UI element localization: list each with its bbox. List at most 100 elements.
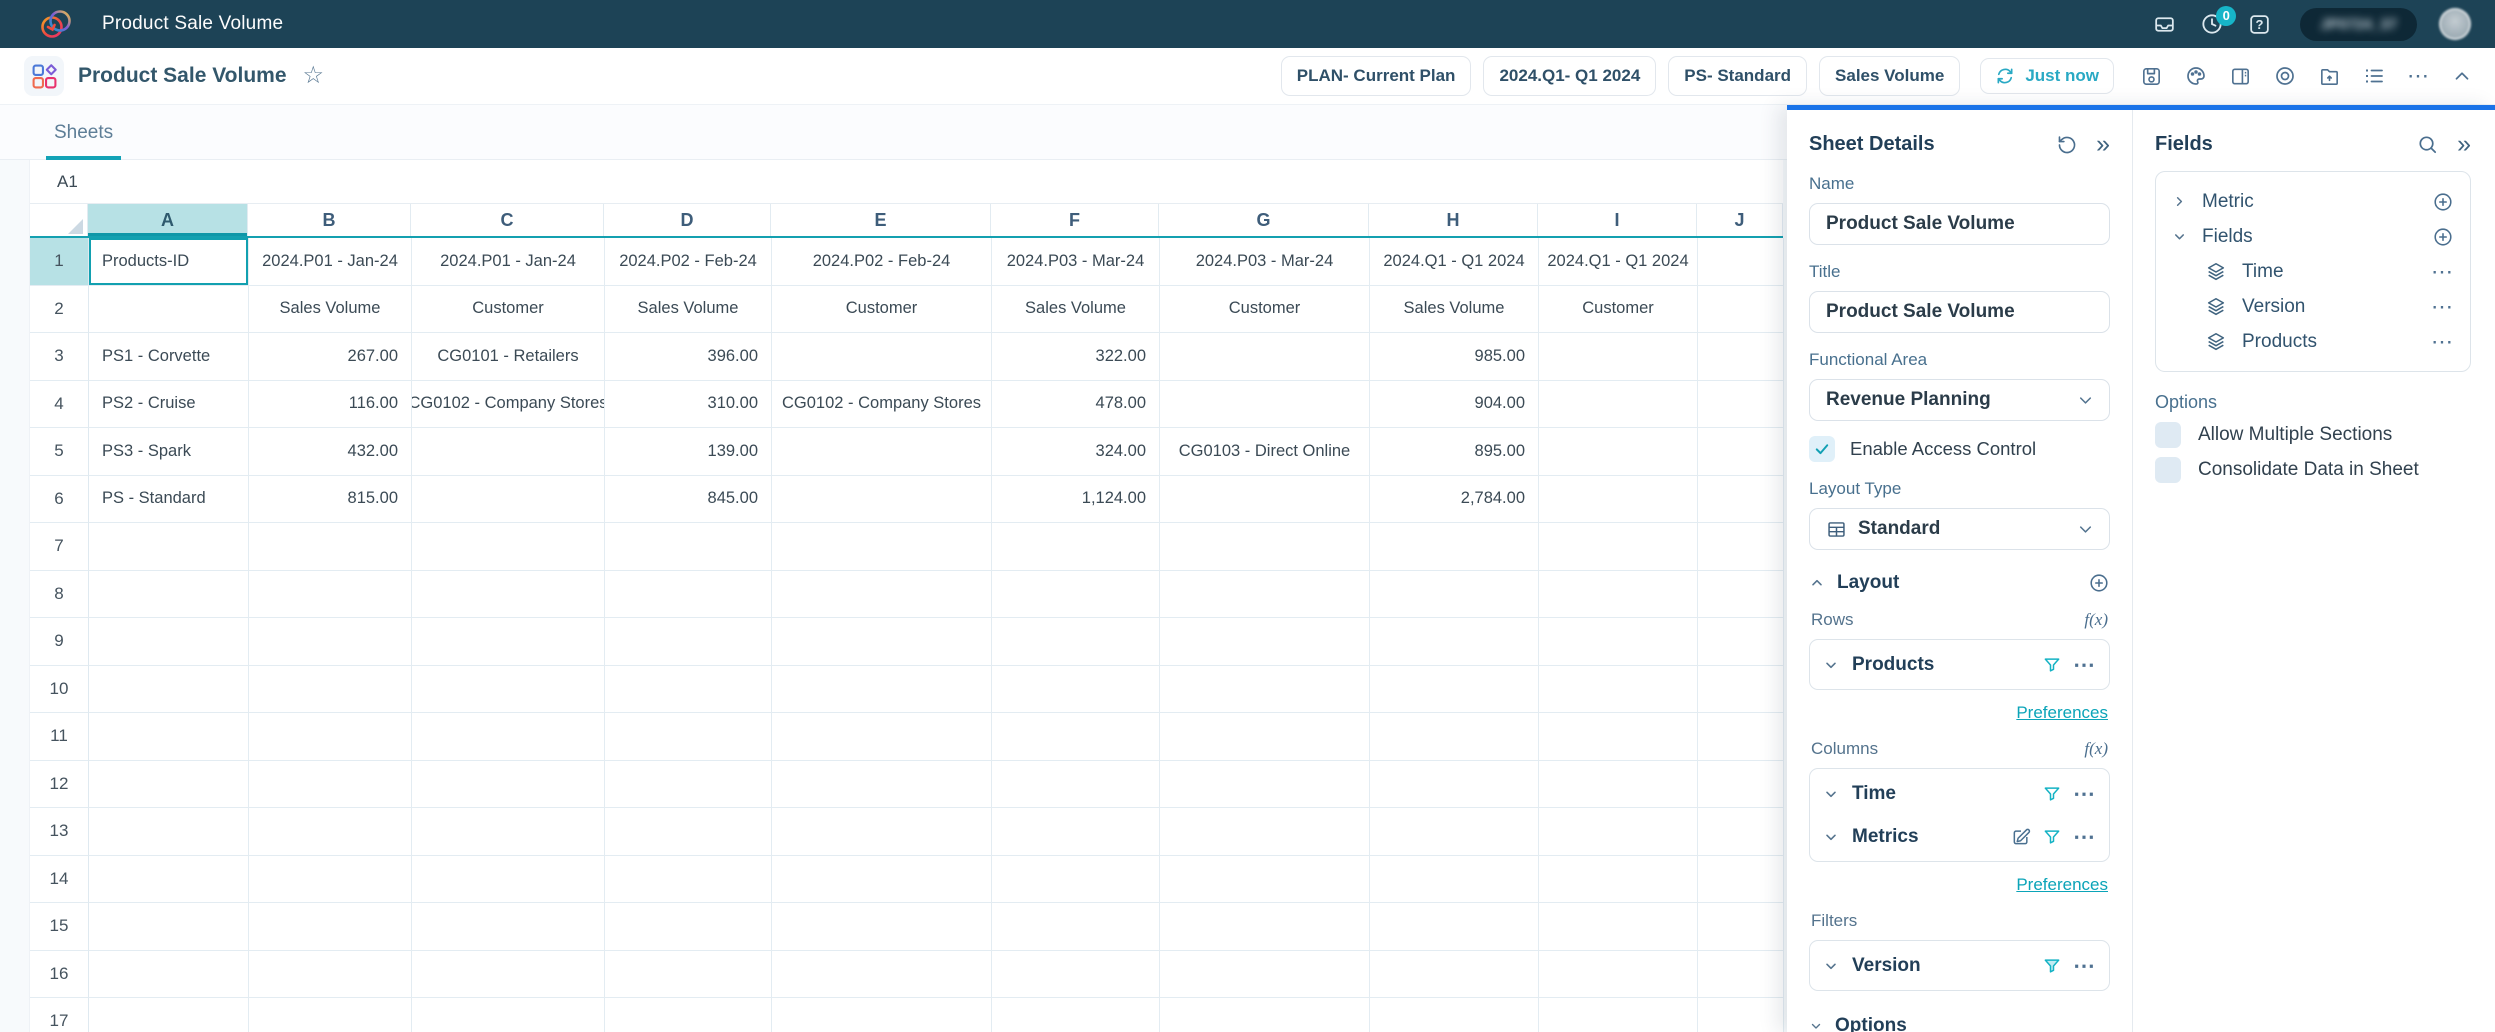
formula-icon[interactable]: f(x): [2084, 739, 2108, 759]
cell-F14[interactable]: [992, 856, 1160, 904]
cell-C12[interactable]: [412, 761, 605, 809]
cell-J9[interactable]: [1698, 618, 1784, 666]
row-more-icon[interactable]: ⋯: [2073, 654, 2096, 676]
cell-D13[interactable]: [605, 808, 772, 856]
side-panel-icon[interactable]: [2229, 65, 2252, 88]
cell-I8[interactable]: [1539, 571, 1698, 619]
list-icon[interactable]: [2362, 64, 2386, 88]
filter-pill-time[interactable]: 2024.Q1- Q1 2024: [1483, 56, 1656, 96]
row-header-7[interactable]: 7: [30, 523, 89, 571]
cell-H5[interactable]: 895.00: [1370, 428, 1539, 476]
cell-J4[interactable]: [1698, 381, 1784, 429]
cell-C16[interactable]: [412, 951, 605, 999]
cell-G12[interactable]: [1160, 761, 1370, 809]
column-header-H[interactable]: H: [1369, 204, 1538, 236]
cell-H12[interactable]: [1370, 761, 1539, 809]
cell-G9[interactable]: [1160, 618, 1370, 666]
cell-A4[interactable]: PS2 - Cruise: [89, 381, 249, 429]
reset-icon[interactable]: [2056, 134, 2078, 156]
row-more-icon[interactable]: ⋯: [2073, 955, 2096, 977]
sync-status[interactable]: Just now: [1980, 58, 2114, 94]
cell-D11[interactable]: [605, 713, 772, 761]
cell-B8[interactable]: [249, 571, 412, 619]
add-icon[interactable]: [2432, 226, 2454, 248]
cell-G16[interactable]: [1160, 951, 1370, 999]
column-header-D[interactable]: D: [604, 204, 771, 236]
column-header-G[interactable]: G: [1159, 204, 1369, 236]
cell-J11[interactable]: [1698, 713, 1784, 761]
cell-I9[interactable]: [1539, 618, 1698, 666]
cell-A6[interactable]: PS - Standard: [89, 476, 249, 524]
cell-D12[interactable]: [605, 761, 772, 809]
cell-E15[interactable]: [772, 903, 992, 951]
cell-B4[interactable]: 116.00: [249, 381, 412, 429]
cell-D15[interactable]: [605, 903, 772, 951]
cell-E1[interactable]: 2024.P02 - Feb-24: [772, 238, 992, 286]
cell-H6[interactable]: 2,784.00: [1370, 476, 1539, 524]
cell-C8[interactable]: [412, 571, 605, 619]
cell-F11[interactable]: [992, 713, 1160, 761]
edit-icon[interactable]: [2011, 827, 2031, 847]
collapse-panel-icon[interactable]: »: [2096, 132, 2110, 157]
row-more-icon[interactable]: ⋯: [2073, 826, 2096, 848]
row-header-9[interactable]: 9: [30, 618, 89, 666]
columns-preferences-link[interactable]: Preferences: [1811, 875, 2108, 895]
row-header-16[interactable]: 16: [30, 951, 89, 999]
tree-item-version[interactable]: Version ⋯: [2172, 289, 2454, 324]
cell-C13[interactable]: [412, 808, 605, 856]
field-more-icon[interactable]: ⋯: [2431, 261, 2454, 283]
row-header-4[interactable]: 4: [30, 381, 89, 429]
cell-F7[interactable]: [992, 523, 1160, 571]
cell-E3[interactable]: [772, 333, 992, 381]
layout-column-metrics[interactable]: Metrics ⋯: [1823, 815, 2096, 858]
cell-F5[interactable]: 324.00: [992, 428, 1160, 476]
filter-funnel-icon[interactable]: [2042, 655, 2062, 675]
filter-funnel-icon[interactable]: [2042, 784, 2062, 804]
cell-J10[interactable]: [1698, 666, 1784, 714]
row-more-icon[interactable]: ⋯: [2073, 783, 2096, 805]
cell-I17[interactable]: [1539, 998, 1698, 1032]
cell-I15[interactable]: [1539, 903, 1698, 951]
cell-G1[interactable]: 2024.P03 - Mar-24: [1160, 238, 1370, 286]
cell-D5[interactable]: 139.00: [605, 428, 772, 476]
cell-G7[interactable]: [1160, 523, 1370, 571]
cell-J13[interactable]: [1698, 808, 1784, 856]
cell-B13[interactable]: [249, 808, 412, 856]
cell-F15[interactable]: [992, 903, 1160, 951]
more-options-icon[interactable]: ⋯: [2407, 65, 2430, 87]
consolidate-data-checkbox[interactable]: [2155, 457, 2181, 483]
row-header-12[interactable]: 12: [30, 761, 89, 809]
filter-row-version[interactable]: Version ⋯: [1823, 944, 2096, 987]
cell-C3[interactable]: CG0101 - Retailers: [412, 333, 605, 381]
allow-multiple-sections-checkbox[interactable]: [2155, 422, 2181, 448]
cell-A15[interactable]: [89, 903, 249, 951]
cell-J7[interactable]: [1698, 523, 1784, 571]
cell-D16[interactable]: [605, 951, 772, 999]
cell-F9[interactable]: [992, 618, 1160, 666]
cell-F6[interactable]: 1,124.00: [992, 476, 1160, 524]
cell-H8[interactable]: [1370, 571, 1539, 619]
chevron-down-icon[interactable]: [1809, 1019, 1823, 1032]
filter-pill-product[interactable]: PS- Standard: [1668, 56, 1807, 96]
cell-D6[interactable]: 845.00: [605, 476, 772, 524]
cell-A3[interactable]: PS1 - Corvette: [89, 333, 249, 381]
cell-A2[interactable]: [89, 286, 249, 334]
cell-F16[interactable]: [992, 951, 1160, 999]
cell-I4[interactable]: [1539, 381, 1698, 429]
cell-F3[interactable]: 322.00: [992, 333, 1160, 381]
cell-J6[interactable]: [1698, 476, 1784, 524]
formula-icon[interactable]: f(x): [2084, 610, 2108, 630]
cell-D2[interactable]: Sales Volume: [605, 286, 772, 334]
cell-J2[interactable]: [1698, 286, 1784, 334]
cell-B9[interactable]: [249, 618, 412, 666]
cell-D8[interactable]: [605, 571, 772, 619]
cell-F10[interactable]: [992, 666, 1160, 714]
add-icon[interactable]: [2432, 191, 2454, 213]
cell-C11[interactable]: [412, 713, 605, 761]
cell-C6[interactable]: [412, 476, 605, 524]
cell-A11[interactable]: [89, 713, 249, 761]
cell-E17[interactable]: [772, 998, 992, 1032]
cell-C5[interactable]: [412, 428, 605, 476]
title-input[interactable]: Product Sale Volume: [1809, 291, 2110, 333]
cell-G13[interactable]: [1160, 808, 1370, 856]
